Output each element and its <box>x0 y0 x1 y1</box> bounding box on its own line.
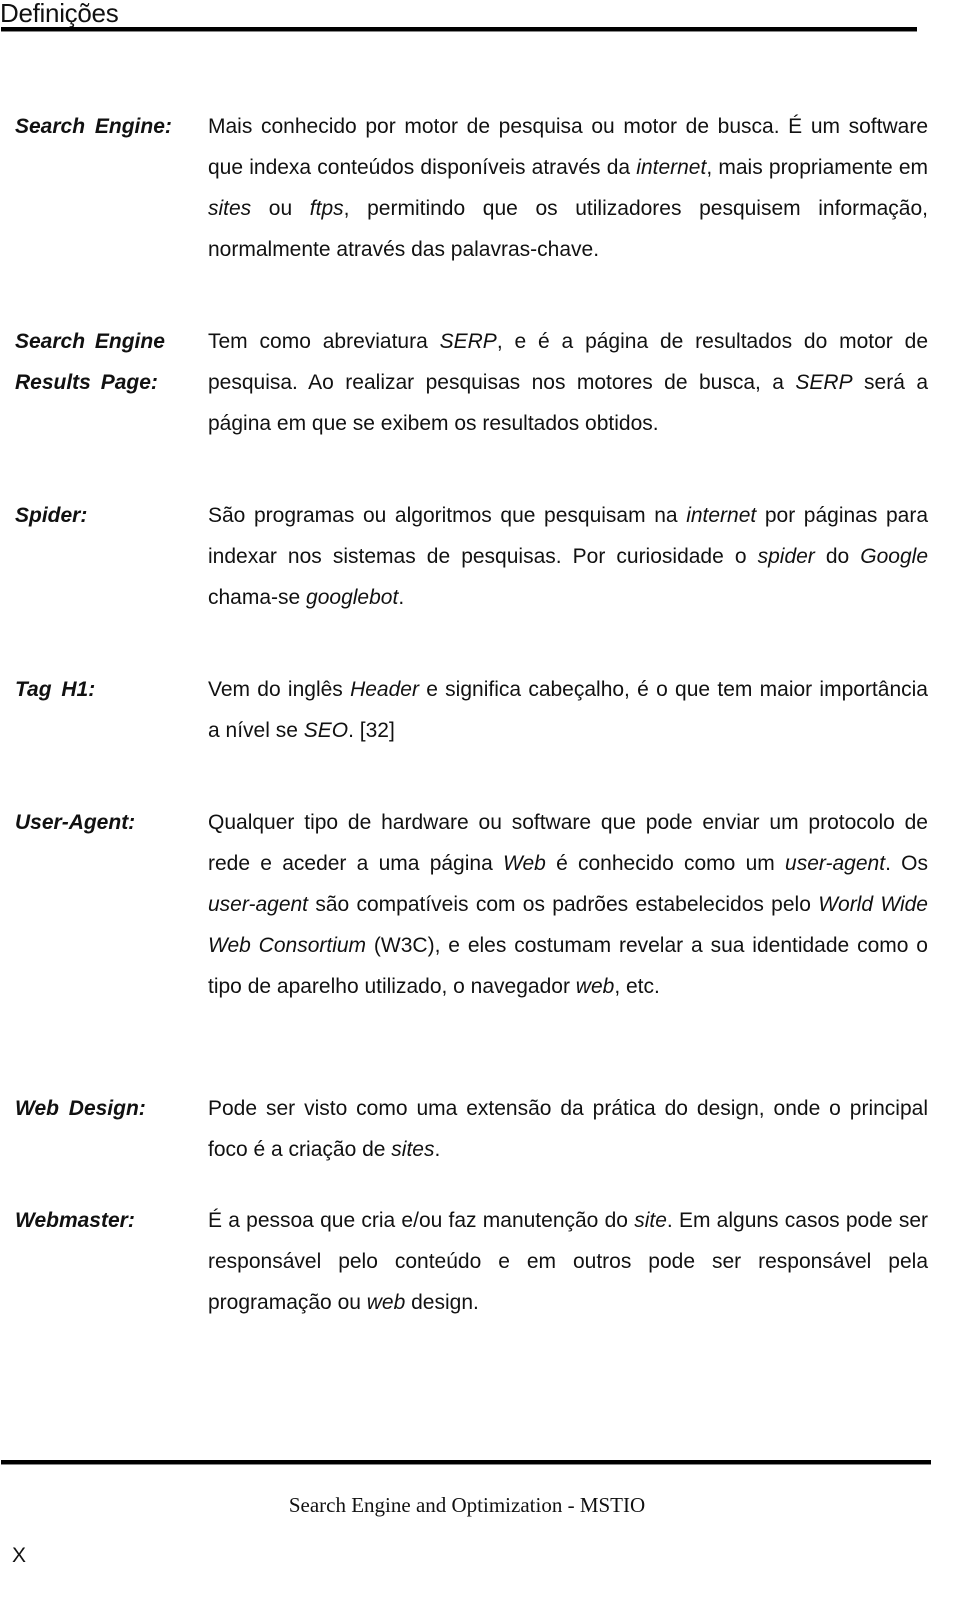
text-run: . <box>398 586 405 609</box>
definition-term: Search Engine Results Page: <box>15 330 165 394</box>
footer-document-title: Search Engine and Optimization - MSTIO <box>288 1493 646 1517</box>
definition-text: Tem como abreviatura SERP, e é a página … <box>208 321 928 444</box>
emphasized-term: user-agent <box>208 893 309 916</box>
emphasized-term: Header <box>350 678 419 701</box>
text-run: é conhecido como um <box>545 852 786 875</box>
text-run: Tem como abreviatura <box>208 330 440 353</box>
definition-text: É a pessoa que cria e/ou faz manutenção … <box>208 1200 928 1323</box>
text-run: São programas ou algoritmos que pesquisa… <box>208 504 687 527</box>
text-run: design. <box>405 1291 479 1314</box>
emphasized-term: web <box>575 975 615 998</box>
definition-term: Tag H1: <box>15 678 96 701</box>
emphasized-term: internet <box>686 504 757 527</box>
definition-term: Webmaster: <box>15 1209 135 1232</box>
emphasized-term: user-agent <box>785 852 886 875</box>
text-run: É a pessoa que cria e/ou faz manutenção … <box>208 1209 635 1232</box>
text-run: chama-se <box>208 586 307 609</box>
text-run: , etc. <box>614 975 660 998</box>
text-run: . [32] <box>348 719 395 742</box>
definition-term: Search Engine: <box>15 115 172 138</box>
definition-text: Mais conhecido por motor de pesquisa ou … <box>208 106 928 270</box>
text-run: são compatíveis com os padrões estabelec… <box>308 893 819 916</box>
emphasized-term: SERP <box>439 330 497 353</box>
page-section-title: Definições <box>0 0 119 28</box>
emphasized-term: SERP <box>795 371 853 394</box>
emphasized-term: site <box>634 1209 667 1232</box>
definition-term: Web Design: <box>15 1097 146 1120</box>
definition-term: Spider: <box>15 504 88 527</box>
emphasized-term: spider <box>757 545 815 568</box>
emphasized-term: ftps <box>309 197 344 220</box>
text-run: Pode ser visto como uma extensão da prát… <box>208 1097 928 1161</box>
definition-text: Vem do inglês Header e significa cabeçal… <box>208 669 928 751</box>
emphasized-term: sites <box>391 1138 435 1161</box>
emphasized-term: SEO <box>303 719 349 742</box>
footer-divider <box>1 1460 931 1465</box>
definition-text: Qualquer tipo de hardware ou software qu… <box>208 802 928 1007</box>
definition-term: User-Agent: <box>15 811 136 834</box>
emphasized-term: Web <box>503 852 546 875</box>
text-run: Vem do inglês <box>208 678 351 701</box>
header-divider <box>1 27 917 32</box>
emphasized-term: web <box>366 1291 406 1314</box>
definition-text: São programas ou algoritmos que pesquisa… <box>208 495 928 618</box>
text-run: . <box>434 1138 441 1161</box>
emphasized-term: Google <box>860 545 928 568</box>
text-run: ou <box>251 197 310 220</box>
definition-text: Pode ser visto como uma extensão da prát… <box>208 1088 928 1170</box>
text-run: , mais propriamente em <box>706 156 928 179</box>
text-run: do <box>814 545 861 568</box>
text-run: . Os <box>885 852 928 875</box>
emphasized-term: internet <box>636 156 707 179</box>
emphasized-term: googlebot <box>306 586 399 609</box>
page-number: X <box>12 1544 27 1567</box>
emphasized-term: sites <box>208 197 252 220</box>
